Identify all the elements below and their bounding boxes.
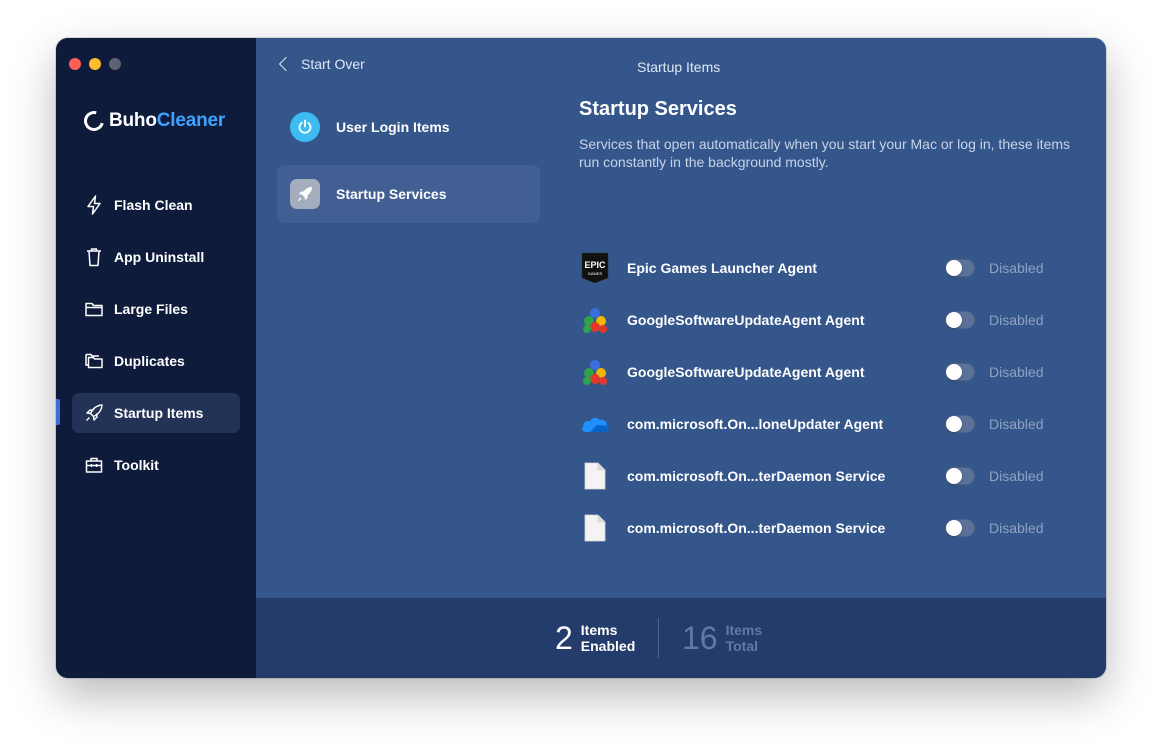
section-title: Startup Services: [579, 98, 737, 120]
service-status: Disabled: [989, 416, 1044, 432]
sidebar: BuhoCleaner Flash Clean App Uninstall La…: [56, 38, 256, 678]
service-toggle[interactable]: [945, 311, 975, 329]
logo-prefix: Buho: [109, 110, 157, 131]
svg-text:EPIC: EPIC: [584, 260, 606, 270]
service-row: GoogleSoftwareUpdateAgent Agent Disabled: [579, 302, 1049, 338]
document-icon: [579, 460, 611, 492]
service-row: EPIC GAMES Epic Games Launcher Agent Disa…: [579, 250, 1049, 286]
toggle-knob: [946, 312, 962, 328]
onedrive-icon: [579, 408, 611, 440]
sidebar-item-large-files[interactable]: Large Files: [72, 289, 240, 329]
service-row: com.microsoft.On...loneUpdater Agent Dis…: [579, 406, 1049, 442]
service-row: com.microsoft.On...terDaemon Service Dis…: [579, 510, 1049, 546]
sidebar-item-label: Duplicates: [114, 353, 185, 369]
service-name: com.microsoft.On...terDaemon Service: [627, 468, 886, 484]
svg-text:GAMES: GAMES: [588, 271, 603, 276]
service-toggle[interactable]: [945, 363, 975, 381]
total-count: 16: [682, 620, 718, 656]
service-status: Disabled: [989, 260, 1044, 276]
service-row: com.microsoft.On...terDaemon Service Dis…: [579, 458, 1049, 494]
service-toggle[interactable]: [945, 467, 975, 485]
rocket-icon: [84, 403, 104, 423]
start-over-label: Start Over: [301, 56, 365, 72]
buho-logo-icon: [80, 107, 108, 135]
service-name: GoogleSoftwareUpdateAgent Agent: [627, 364, 865, 380]
section-description: Services that open automatically when yo…: [579, 136, 1071, 170]
total-label: Items Total: [726, 622, 763, 654]
google-update-icon: [579, 356, 611, 388]
enabled-label: Items Enabled: [581, 622, 635, 654]
category-startup-services[interactable]: Startup Services: [277, 165, 540, 223]
zoom-window-button[interactable]: [109, 58, 121, 70]
app-logo-text: BuhoCleaner: [109, 110, 225, 132]
toggle-knob: [946, 416, 962, 432]
sidebar-item-duplicates[interactable]: Duplicates: [72, 341, 240, 381]
enabled-label-line-1: Items: [580, 622, 618, 638]
service-status: Disabled: [989, 468, 1044, 484]
trash-icon: [84, 247, 104, 267]
chevron-left-icon: [278, 56, 294, 72]
service-status: Disabled: [989, 312, 1044, 328]
total-label-line-1: Items: [725, 622, 763, 638]
service-status: Disabled: [989, 364, 1044, 380]
toggle-knob: [946, 260, 962, 276]
sidebar-item-label: Large Files: [114, 301, 188, 317]
minimize-window-button[interactable]: [89, 58, 101, 70]
category-label: Startup Services: [336, 186, 447, 202]
sidebar-item-app-uninstall[interactable]: App Uninstall: [72, 237, 240, 277]
category-user-login-items[interactable]: User Login Items: [277, 98, 540, 156]
google-update-icon: [579, 304, 611, 336]
folder-icon: [84, 299, 104, 319]
toggle-knob: [946, 468, 962, 484]
total-label-line-2: Total: [725, 638, 758, 654]
active-nav-indicator: [56, 399, 60, 425]
summary-footer: 2 Items Enabled 16 Items Total: [256, 598, 1106, 678]
sidebar-item-flash-clean[interactable]: Flash Clean: [72, 185, 240, 225]
main-panel: Start Over Startup Items User Login Item…: [256, 38, 1106, 598]
sidebar-item-label: Startup Items: [114, 405, 204, 421]
app-logo: BuhoCleaner: [80, 107, 225, 135]
stat-divider: [658, 618, 659, 658]
sidebar-item-startup-items[interactable]: Startup Items: [72, 393, 240, 433]
document-icon: [579, 512, 611, 544]
category-label: User Login Items: [336, 119, 450, 135]
service-row: GoogleSoftwareUpdateAgent Agent Disabled: [579, 354, 1049, 390]
bolt-icon: [84, 195, 104, 215]
toolbox-icon: [84, 455, 104, 475]
close-window-button[interactable]: [69, 58, 81, 70]
window-title: Startup Items: [637, 59, 721, 75]
enabled-label-line-2: Enabled: [580, 638, 636, 654]
rocket-icon: [290, 179, 320, 209]
start-over-button[interactable]: Start Over: [278, 56, 365, 72]
service-status: Disabled: [989, 520, 1044, 536]
app-window: BuhoCleaner Flash Clean App Uninstall La…: [56, 38, 1106, 678]
folders-icon: [84, 351, 104, 371]
enabled-count-stat: 2 Items Enabled: [555, 620, 635, 656]
service-name: com.microsoft.On...loneUpdater Agent: [627, 416, 884, 432]
logo-suffix: Cleaner: [156, 110, 226, 131]
total-count-stat: 16 Items Total: [682, 620, 762, 656]
toggle-knob: [946, 520, 962, 536]
service-toggle[interactable]: [945, 415, 975, 433]
power-icon: [290, 112, 320, 142]
sidebar-item-label: App Uninstall: [114, 249, 205, 265]
service-name: GoogleSoftwareUpdateAgent Agent: [627, 312, 865, 328]
sidebar-item-label: Flash Clean: [114, 197, 193, 213]
service-name: Epic Games Launcher Agent: [627, 260, 818, 276]
enabled-count: 2: [555, 620, 573, 656]
sidebar-item-label: Toolkit: [114, 457, 159, 473]
service-toggle[interactable]: [945, 519, 975, 537]
toggle-knob: [946, 364, 962, 380]
epic-games-icon: EPIC GAMES: [579, 252, 611, 284]
sidebar-item-toolkit[interactable]: Toolkit: [72, 445, 240, 485]
service-toggle[interactable]: [945, 259, 975, 277]
service-name: com.microsoft.On...terDaemon Service: [627, 520, 886, 536]
